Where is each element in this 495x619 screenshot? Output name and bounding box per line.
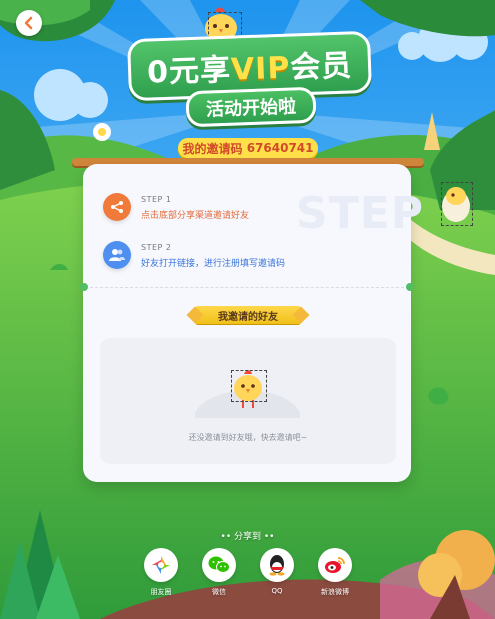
egg-chick-mascot [441,182,473,226]
chick-mascot-empty [231,370,267,402]
step-2-text: 好友打开链接，进行注册填写邀请码 [141,259,286,269]
qq-icon-wrap [260,548,294,582]
users-step-badge [103,241,131,269]
share-wechat-button[interactable]: 微信 [199,548,239,597]
share-title: •• 分享到 •• [220,532,275,542]
invite-page: 0元享VIP会员 活动开始啦 我的邀请码 67640741 STEP STEP … [0,0,495,619]
users-icon [109,249,125,261]
share-moments-label: 朋友圈 [150,588,172,596]
wechat-icon [208,556,230,573]
step-1-label: STEP 1 [141,195,172,204]
qq-icon [269,555,285,576]
share-qq-label: QQ [271,587,283,595]
step-1-text: 点击底部分享渠道邀请好友 [141,211,250,221]
weibo-icon [325,557,345,573]
invite-code-badge: 我的邀请码 67640741 [178,138,318,158]
chevron-left-icon [24,16,33,30]
step-watermark: STEP [296,188,425,239]
step-2: STEP 2 好友打开链接，进行注册填写邀请码 [103,241,285,269]
share-moments-button[interactable]: 朋友圈 [141,548,181,597]
wechat-icon-wrap [202,548,236,582]
moments-icon [152,556,170,574]
share-icon [111,201,123,213]
invite-code-value: 67640741 [246,141,314,155]
weibo-icon-wrap [318,548,352,582]
step-1: STEP 1 点击底部分享渠道邀请好友 [103,193,249,221]
card-divider-dot-right [406,283,414,291]
invited-friends-title: 我邀请的好友 [195,306,301,324]
share-weibo-button[interactable]: 新浪微博 [315,548,355,597]
back-button[interactable] [16,10,42,36]
hero-title-suffix: 会员 [290,48,354,86]
hero-subtitle: 活动开始啦 [185,86,317,128]
card-divider [90,287,404,288]
hero-title-vip: VIP [230,50,292,88]
share-wechat-label: 微信 [212,588,226,596]
hero-title: 0元享VIP会员 [120,30,380,102]
moments-icon-wrap [144,548,178,582]
invite-code-label: 我的邀请码 [182,141,243,156]
empty-state-text: 还没邀请到好友哦，快去邀请吧~ [188,433,308,442]
share-step-badge [103,193,131,221]
step-2-label: STEP 2 [141,243,172,252]
hero-title-prefix: 0元享 [146,52,232,91]
share-qq-button[interactable]: QQ [257,548,297,595]
card-divider-dot-left [80,283,88,291]
share-weibo-label: 新浪微博 [321,588,349,596]
